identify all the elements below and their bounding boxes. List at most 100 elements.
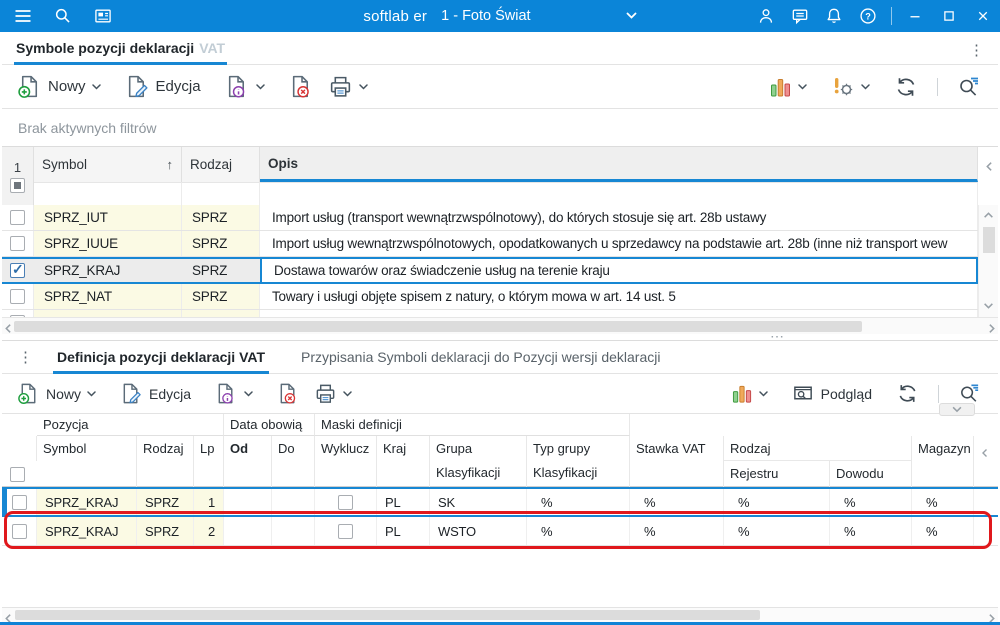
column-header-dowodu[interactable]: Dowodu (830, 461, 912, 487)
table-row[interactable]: SPRZ_NAT SPRZ Towary i usługi objęte spi… (2, 284, 978, 310)
scrollbar-thumb[interactable] (14, 321, 862, 332)
wyklucz-checkbox[interactable] (338, 494, 353, 510)
main-tabbar: Symbole pozycji deklaracji VAT ⋮ (2, 32, 998, 65)
hamburger-menu-icon[interactable] (6, 0, 40, 32)
print-button[interactable] (321, 70, 375, 103)
document-info-button[interactable] (208, 378, 260, 409)
detail-panel-menu-icon[interactable]: ⋮ (12, 346, 39, 369)
cell-rodzaj: SPRZ (182, 310, 260, 317)
edycja-button[interactable]: Edycja (113, 378, 198, 409)
column-header-grupa-klasyfikacji[interactable]: Grupa Klasyfikacji (430, 436, 527, 487)
column-scroll-left-icon[interactable] (974, 436, 998, 461)
horizontal-scrollbar[interactable] (2, 607, 998, 623)
select-all-checkbox[interactable] (10, 466, 25, 482)
table-row[interactable]: SPRZ_IUT SPRZ Import usług (transport we… (2, 205, 978, 231)
filter-cell[interactable] (34, 182, 182, 205)
edycja-button[interactable]: Edycja (118, 70, 208, 103)
scrollbar-thumb[interactable] (983, 227, 995, 253)
table-row-selected[interactable]: SPRZ_KRAJ SPRZ Dostawa towarów oraz świa… (2, 257, 978, 284)
column-scroll-left-icon[interactable] (984, 159, 995, 177)
delete-button[interactable] (270, 378, 307, 409)
close-button[interactable] (966, 0, 1000, 32)
column-header-magazyn[interactable]: Magazyn (912, 436, 974, 487)
column-header-od[interactable]: Od (224, 436, 272, 487)
search-icon[interactable] (46, 0, 80, 32)
document-new-icon (18, 75, 38, 98)
select-all-checkbox[interactable] (10, 177, 25, 193)
column-header-symbol[interactable]: Symbol (37, 436, 137, 487)
filter-cell[interactable] (260, 182, 978, 205)
document-info-button[interactable] (218, 70, 272, 103)
column-header-do[interactable]: Do (272, 436, 315, 487)
nowy-button[interactable]: Nowy (10, 70, 108, 103)
row-header-cell[interactable]: 1 (2, 147, 34, 205)
scroll-up-icon[interactable] (983, 207, 994, 225)
table-row[interactable]: SPRZ_IUUE SPRZ Import usług wewnątrzwspó… (2, 231, 978, 257)
row-checkbox[interactable] (11, 523, 27, 539)
chevron-down-icon (952, 406, 962, 413)
podglad-button[interactable]: Podgląd (785, 378, 879, 409)
column-header-rejestru[interactable]: Rejestru (724, 461, 830, 487)
column-header-rodzaj[interactable]: Rodzaj (137, 436, 194, 487)
filter-cell[interactable] (182, 182, 260, 205)
cell-lp: 2 (194, 517, 224, 545)
title-chevron-down-icon[interactable] (626, 12, 637, 20)
chat-icon[interactable] (783, 0, 817, 32)
group-header-maski-definicji: Maski definicji (315, 414, 630, 436)
wyklucz-checkbox[interactable] (338, 523, 353, 539)
refresh-button[interactable] (889, 378, 926, 409)
cell-kraj: PL (377, 517, 430, 545)
scrollbar-thumb[interactable] (15, 610, 760, 620)
column-header-rodzaj[interactable]: Rodzaj (182, 147, 260, 182)
chart-view-button[interactable] (725, 379, 775, 408)
horizontal-scrollbar[interactable] (2, 317, 998, 334)
column-header-stawka-vat[interactable]: Stawka VAT (630, 436, 724, 487)
search-filter-button[interactable] (950, 71, 988, 103)
printer-icon (316, 384, 335, 403)
table-row-annotated[interactable]: SPRZ_KRAJ SPRZ 2 PL WSTO % % % % % (2, 517, 998, 546)
column-header-rodzaj-group[interactable]: Rodzaj (724, 436, 912, 461)
column-header-lp[interactable]: Lp (194, 436, 224, 487)
row-checkbox[interactable] (10, 236, 25, 251)
delete-button[interactable] (282, 70, 321, 103)
table-row-clipped[interactable]: SPRZ_OS SPRZ Dostawa towarów/świadczenie… (2, 310, 978, 317)
print-button[interactable] (307, 378, 359, 409)
bell-icon[interactable] (817, 0, 851, 32)
cell-opis: Dostawa towarów/świadczenie usług poza t… (260, 310, 978, 317)
row-checkbox[interactable] (10, 289, 25, 304)
refresh-button[interactable] (887, 71, 925, 103)
column-header-wyklucz[interactable]: Wyklucz (315, 436, 377, 487)
user-icon[interactable] (749, 0, 783, 32)
news-panel-icon[interactable] (86, 0, 120, 32)
tab-symbole-pozycji-deklaracji-vat[interactable]: Symbole pozycji deklaracji VAT (14, 32, 228, 65)
row-checkbox[interactable] (10, 210, 25, 225)
column-header-symbol[interactable]: Symbol ↑ (34, 147, 182, 182)
column-header-opis[interactable]: Opis (260, 147, 978, 182)
tabbar-overflow-menu-icon[interactable]: ⋮ (963, 39, 990, 62)
maximize-button[interactable] (932, 0, 966, 32)
vertical-scrollbar[interactable] (978, 205, 998, 317)
help-icon[interactable]: ? (851, 0, 885, 32)
cell-grupa-klasyfikacji: SK (430, 489, 527, 515)
table-row-selected[interactable]: SPRZ_KRAJ SPRZ 1 PL SK % % % % % (2, 487, 998, 517)
cell-magazyn: % (912, 489, 974, 515)
minimize-button[interactable] (898, 0, 932, 32)
warnings-settings-button[interactable] (824, 71, 877, 103)
document-new-icon (18, 383, 36, 404)
tab-definicja-pozycji[interactable]: Definicja pozycji deklaracji VAT (53, 341, 269, 374)
column-header-kraj[interactable]: Kraj (377, 436, 430, 487)
nowy-button[interactable]: Nowy (10, 378, 103, 409)
row-checkbox-checked[interactable] (10, 261, 25, 278)
row-checkbox[interactable] (11, 494, 27, 510)
collapse-panel-button[interactable] (939, 403, 975, 416)
sort-ascending-icon[interactable]: ↑ (167, 157, 174, 172)
cell-stawka-vat: % (630, 489, 724, 515)
symbols-table-header: 1 Symbol ↑ Rodzaj Opis (2, 147, 978, 205)
column-header-typ-grupy-klasyfikacji[interactable]: Typ grupy Klasyfikacji (527, 436, 630, 487)
toolbar-separator (937, 77, 938, 96)
scroll-down-icon[interactable] (983, 297, 994, 315)
search-filter-icon (961, 384, 979, 402)
tab-przypisania-symboli[interactable]: Przypisania Symboli deklaracji do Pozycj… (297, 341, 664, 374)
chart-view-button[interactable] (763, 72, 814, 102)
cell-typ-grupy: % (527, 489, 630, 515)
